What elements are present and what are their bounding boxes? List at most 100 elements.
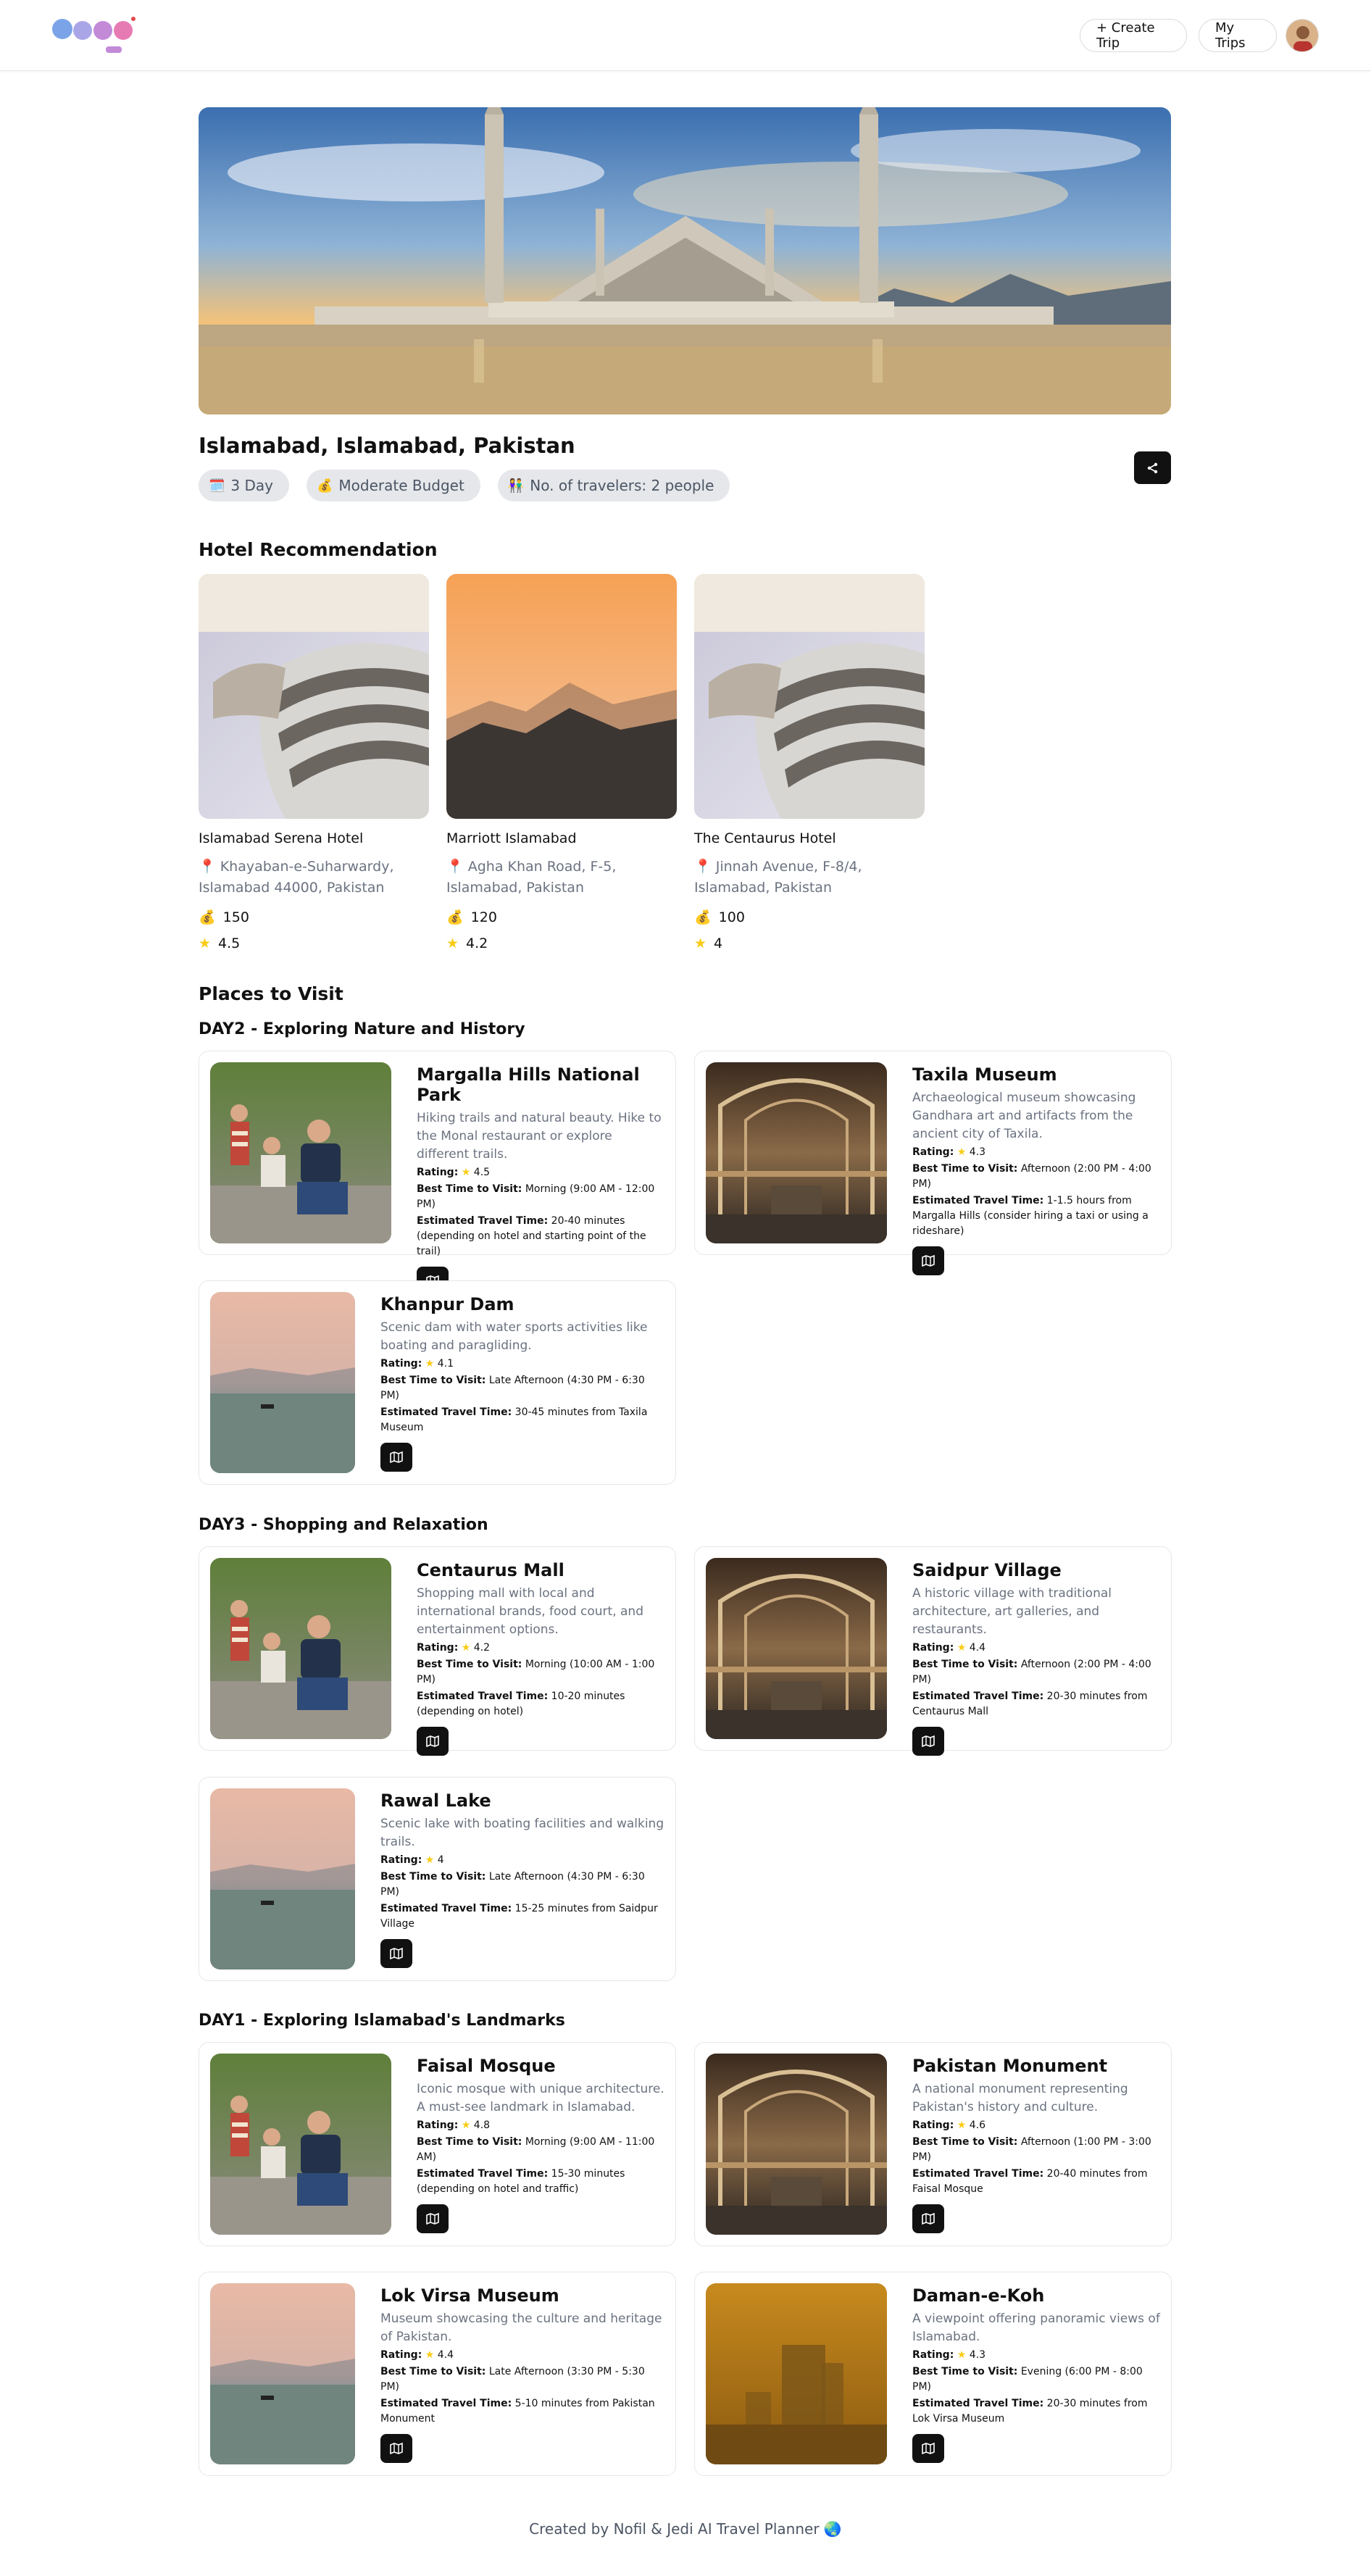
place-card[interactable]: Daman-e-Koh A viewpoint offering panorami… — [694, 2272, 1172, 2476]
logo[interactable] — [48, 12, 164, 55]
money-bag-icon: 💰 — [694, 909, 712, 925]
site-header: + Create Trip My Trips — [0, 0, 1371, 71]
open-map-button[interactable] — [380, 1939, 412, 1968]
hotel-price-value: 120 — [470, 909, 497, 925]
rating-label: Rating: — [912, 2349, 954, 2361]
place-rating: Rating: ★ 4.4 — [912, 1641, 1162, 1656]
trip-location-title: Islamabad, Islamabad, Pakistan — [199, 433, 575, 458]
place-description: Scenic lake with boating facilities and … — [380, 1817, 664, 1849]
duration-chip: 🗓️ 3 Day — [199, 470, 289, 501]
place-details: Faisal Mosque Iconic mosque with unique a… — [417, 2056, 667, 2233]
hotel-address: 📍 Jinnah Avenue, F-8/4, Islamabad, Pakis… — [694, 856, 925, 899]
star-icon: ★ — [957, 2119, 967, 2131]
day-title: DAY3 - Shopping and Relaxation — [199, 1516, 488, 1534]
star-icon: ★ — [461, 1167, 471, 1178]
open-map-button[interactable] — [912, 2204, 944, 2233]
place-name: Taxila Museum — [912, 1064, 1057, 1085]
place-best-time: Best Time to Visit: Late Afternoon (4:30… — [380, 1373, 667, 1404]
hotel-price-value: 150 — [222, 909, 249, 925]
open-map-button[interactable] — [912, 2434, 944, 2463]
place-best-time: Best Time to Visit: Late Afternoon (3:30… — [380, 2364, 667, 2395]
rating-label: Rating: — [380, 1358, 422, 1370]
hotel-price: 💰 100 — [694, 909, 925, 926]
place-image — [210, 1558, 391, 1739]
place-card[interactable]: Khanpur Dam Scenic dam with water sports … — [199, 1280, 676, 1485]
hotel-card[interactable]: Islamabad Serena Hotel 📍 Khayaban-e-Suha… — [199, 574, 429, 951]
best-time-label: Best Time to Visit: — [912, 2366, 1018, 2377]
place-description: Hiking trails and natural beauty. Hike t… — [417, 1111, 662, 1162]
place-card[interactable]: Faisal Mosque Iconic mosque with unique a… — [199, 2042, 676, 2246]
hotel-card[interactable]: The Centaurus Hotel 📍 Jinnah Avenue, F-8… — [694, 574, 925, 951]
best-time-label: Best Time to Visit: — [912, 1659, 1018, 1670]
my-trips-button[interactable]: My Trips — [1199, 19, 1277, 52]
money-bag-icon: 💰 — [199, 909, 216, 925]
location-pin-icon: 📍 — [446, 859, 464, 875]
travel-time-label: Estimated Travel Time: — [912, 2398, 1044, 2409]
place-rating: Rating: ★ 4.8 — [417, 2118, 667, 2133]
place-name: Centaurus Mall — [417, 1560, 564, 1580]
hotel-price: 💰 150 — [199, 909, 429, 926]
hotel-address: 📍 Khayaban-e-Suharwardy, Islamabad 44000… — [199, 856, 429, 899]
travel-time-label: Estimated Travel Time: — [380, 1903, 512, 1914]
hotel-price: 💰 120 — [446, 909, 677, 926]
share-button[interactable] — [1134, 451, 1171, 484]
place-description: Museum showcasing the culture and herita… — [380, 2312, 662, 2344]
place-details: Khanpur Dam Scenic dam with water sports … — [380, 1294, 667, 1472]
place-description: Iconic mosque with unique architecture. … — [417, 2082, 664, 2114]
place-travel-time: Estimated Travel Time: 10-20 minutes (de… — [417, 1689, 667, 1720]
place-description: Shopping mall with local and internation… — [417, 1586, 643, 1637]
open-map-button[interactable] — [417, 1727, 449, 1756]
hotel-rating: ★ 4.2 — [446, 935, 677, 951]
rating-value: 4.3 — [969, 1146, 986, 1158]
rating-value: 4 — [437, 1854, 444, 1866]
best-time-label: Best Time to Visit: — [912, 1163, 1018, 1175]
place-travel-time: Estimated Travel Time: 20-30 minutes fro… — [912, 2396, 1162, 2427]
place-card[interactable]: Taxila Museum Archaeological museum showc… — [694, 1051, 1172, 1275]
hotel-image — [199, 574, 429, 819]
rating-label: Rating: — [912, 1146, 954, 1158]
travel-time-label: Estimated Travel Time: — [912, 1691, 1044, 1702]
open-map-button[interactable] — [380, 2434, 412, 2463]
place-card[interactable]: Margalla Hills National Park Hiking trail… — [199, 1051, 676, 1296]
place-travel-time: Estimated Travel Time: 15-30 minutes (de… — [417, 2167, 667, 2197]
place-rating: Rating: ★ 4.4 — [380, 2348, 667, 2363]
place-rating: Rating: ★ 4.2 — [417, 1641, 667, 1656]
place-name: Lok Virsa Museum — [380, 2285, 559, 2306]
best-time-label: Best Time to Visit: — [417, 1659, 522, 1670]
calendar-icon: 🗓️ — [209, 478, 225, 493]
place-details: Centaurus Mall Shopping mall with local a… — [417, 1560, 667, 1756]
place-image — [210, 2283, 355, 2464]
rating-label: Rating: — [912, 1642, 954, 1654]
create-trip-button[interactable]: + Create Trip — [1080, 19, 1187, 52]
open-map-button[interactable] — [417, 2204, 449, 2233]
map-icon — [922, 1735, 935, 1748]
map-icon — [390, 1451, 403, 1464]
place-details: Lok Virsa Museum Museum showcasing the cu… — [380, 2285, 667, 2463]
map-icon — [922, 2442, 935, 2455]
place-card[interactable]: Rawal Lake Scenic lake with boating facil… — [199, 1777, 676, 1981]
open-map-button[interactable] — [912, 1246, 944, 1275]
star-icon: ★ — [425, 2349, 435, 2361]
place-card[interactable]: Pakistan Monument A national monument rep… — [694, 2042, 1172, 2246]
place-card[interactable]: Saidpur Village A historic village with t… — [694, 1546, 1172, 1756]
place-card[interactable]: Lok Virsa Museum Museum showcasing the cu… — [199, 2272, 676, 2476]
hotel-card[interactable]: Marriott Islamabad 📍 Agha Khan Road, F-5… — [446, 574, 677, 951]
place-best-time: Best Time to Visit: Afternoon (2:00 PM -… — [912, 1162, 1162, 1192]
hotel-price-value: 100 — [718, 909, 745, 925]
rating-label: Rating: — [417, 1167, 459, 1178]
rating-label: Rating: — [380, 2349, 422, 2361]
globe-icon: 🌏 — [823, 2520, 842, 2538]
star-icon: ★ — [425, 1358, 435, 1370]
budget-chip-label: Moderate Budget — [338, 477, 464, 494]
open-map-button[interactable] — [380, 1443, 412, 1472]
hotel-rating: ★ 4 — [694, 935, 925, 951]
user-avatar-icon[interactable] — [1285, 19, 1319, 52]
travel-time-label: Estimated Travel Time: — [417, 1691, 549, 1702]
hotel-address-text: Jinnah Avenue, F-8/4, Islamabad, Pakista… — [694, 859, 862, 896]
place-card[interactable]: Centaurus Mall Shopping mall with local a… — [199, 1546, 676, 1756]
places-section-title: Places to Visit — [199, 983, 343, 1004]
hotel-address: 📍 Agha Khan Road, F-5, Islamabad, Pakist… — [446, 856, 677, 899]
hotel-name: The Centaurus Hotel — [694, 830, 836, 846]
hotel-name: Marriott Islamabad — [446, 830, 577, 846]
open-map-button[interactable] — [912, 1727, 944, 1756]
